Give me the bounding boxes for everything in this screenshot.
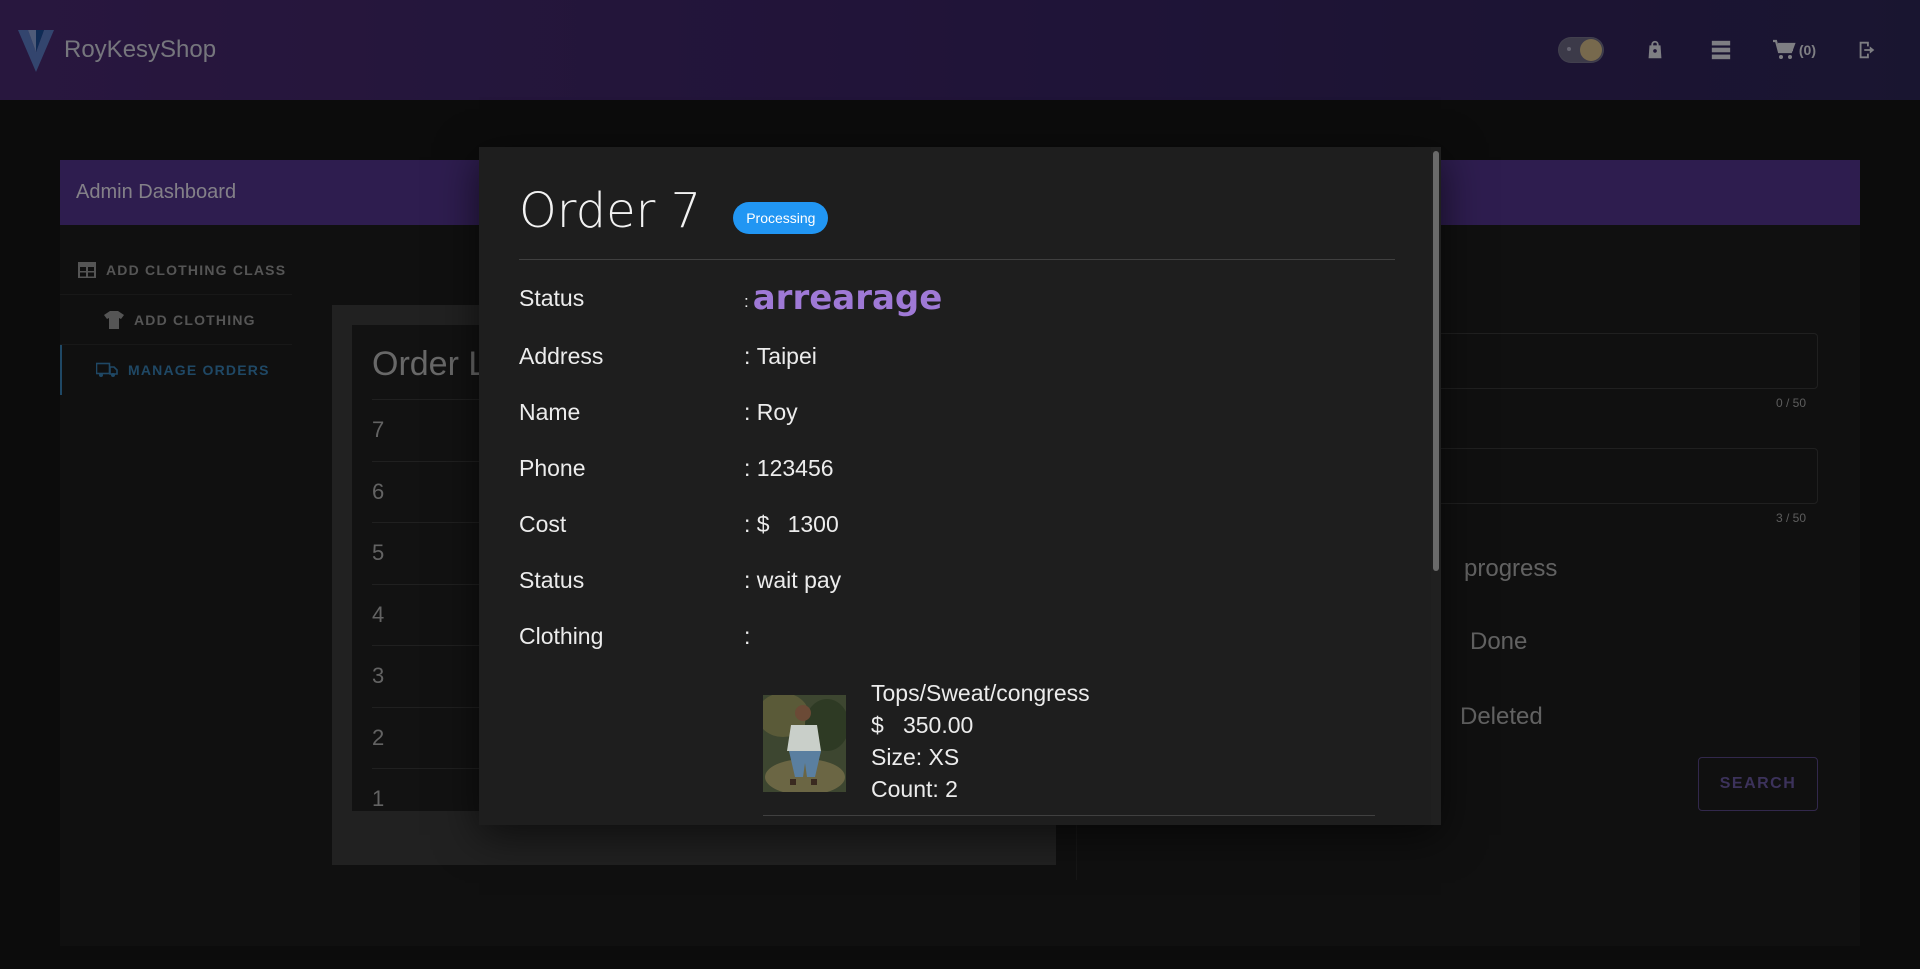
detail-label: Clothing [519, 623, 604, 649]
detail-row-clothing: Clothing : [519, 623, 750, 650]
detail-value: : Taipei [744, 343, 817, 369]
scrollbar-thumb[interactable] [1433, 151, 1439, 571]
clothing-photo-image [763, 695, 846, 792]
detail-value: : Roy [744, 399, 798, 425]
detail-value: : 123456 [744, 455, 834, 481]
detail-value: : arrearage [744, 278, 943, 318]
detail-value: : $ 1300 [744, 511, 839, 537]
detail-label: Cost [519, 511, 567, 537]
detail-value: : [744, 623, 751, 649]
detail-label: Address [519, 343, 604, 369]
detail-row-cost: Cost : $ 1300 [519, 511, 839, 538]
dialog-scrollbar[interactable] [1431, 147, 1441, 825]
clothing-thumbnail[interactable] [763, 695, 846, 792]
divider [763, 815, 1375, 816]
clothing-item: Tops/Sweat/congress $ 350.00 Size: XS Co… [763, 677, 1090, 805]
detail-row-phone: Phone : 123456 [519, 455, 834, 482]
detail-row-status-text: Status : wait pay [519, 567, 841, 594]
detail-label: Status [519, 567, 585, 593]
currency-symbol: $ [756, 511, 770, 537]
clothing-info: Tops/Sweat/congress $ 350.00 Size: XS Co… [871, 677, 1090, 805]
status-chip: Processing [733, 202, 829, 234]
dialog-header: Order 7 Processing [519, 183, 829, 239]
detail-label: Status [519, 284, 585, 311]
divider [519, 259, 1395, 260]
detail-row-status: Status : arrearage [519, 278, 942, 318]
payment-status-value: arrearage [752, 278, 943, 318]
detail-row-name: Name : Roy [519, 399, 798, 426]
clothing-price: $ 350.00 [871, 712, 974, 738]
clothing-name: Tops/Sweat/congress [871, 680, 1090, 706]
clothing-count: Count: 2 [871, 776, 958, 802]
clothing-size: Size: XS [871, 744, 960, 770]
detail-value: : wait pay [744, 567, 842, 593]
dialog-title: Order 7 [519, 183, 702, 239]
detail-label: Phone [519, 455, 586, 481]
detail-row-address: Address : Taipei [519, 343, 817, 370]
order-detail-dialog: Order 7 Processing Status : arrearage Ad… [479, 147, 1441, 825]
detail-label: Name [519, 399, 581, 425]
